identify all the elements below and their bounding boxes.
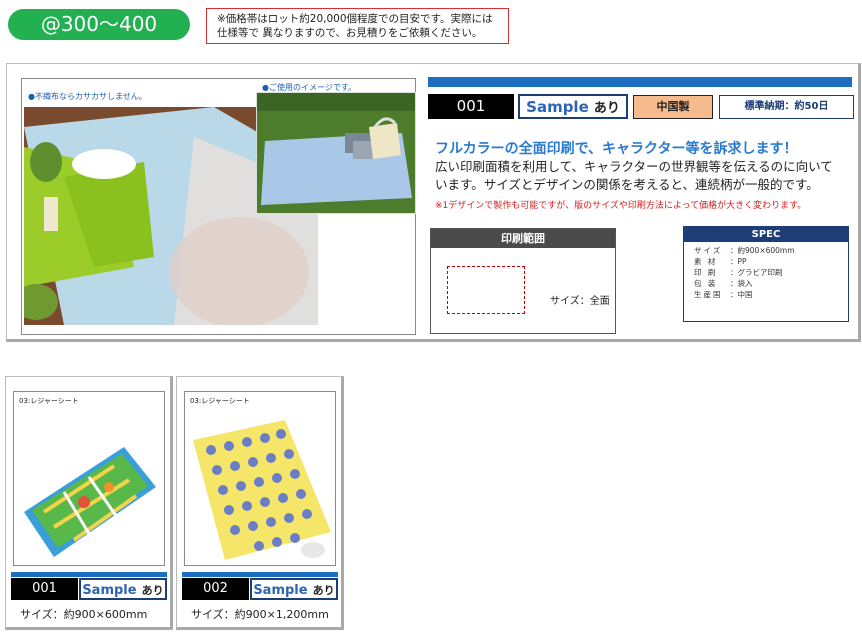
spec-title: SPEC <box>684 227 848 242</box>
variant-code: 002 <box>182 578 249 600</box>
variant-accent-bar <box>11 572 167 577</box>
spec-row: 素 材： PP <box>694 257 747 266</box>
variant-sample-badge: Sample あり <box>79 578 167 600</box>
lead-time-badge: 標準納期：約50日 <box>719 95 854 119</box>
spec-row: サイズ：約900×600mm <box>694 246 795 255</box>
price-range-badge: @300～400 <box>8 9 190 40</box>
map-sheet-image <box>24 447 156 557</box>
usage-photo <box>256 92 416 214</box>
variant-card-001[interactable]: 03:レジャーシート 001 Sample あり サイズ：約900×600mm <box>5 376 173 630</box>
variant-image-frame[interactable]: 03:レジャーシート <box>13 391 165 566</box>
print-size-label: サイズ：全面 <box>550 296 610 307</box>
sample-available-badge: Sample あり <box>518 94 628 119</box>
spec-row: 印 刷：グラビア印刷 <box>694 268 783 277</box>
spec-box: SPEC サイズ：約900×600mm 素 材： PP 印 刷：グラビア印刷 包 … <box>683 226 849 322</box>
pattern-sheet-image <box>193 420 331 560</box>
variant-image-frame[interactable]: 03:レジャーシート <box>184 391 336 566</box>
product-description: 広い印刷面積を利用して、キャラクターの世界観等を伝えるのに向いています。サイズと… <box>435 159 833 192</box>
variant-label: 03:レジャーシート <box>19 397 79 405</box>
product-code: 001 <box>428 94 514 119</box>
price-notice: ※価格帯はロット約20,000個程度での目安です。実際には 仕様等で 異なります… <box>206 8 509 44</box>
product-headline: フルカラーの全面印刷で、キャラクター等を訴求します！ <box>435 141 798 157</box>
product-panel: ●不織布ならカサカサしません。 ●ご使用のイメージです。 001 Sample … <box>6 63 861 342</box>
print-range-box: 印刷範囲 サイズ：全面 <box>430 228 616 334</box>
photo-caption-nonwoven: ●不織布ならカサカサしません。 <box>28 92 147 101</box>
variant-code: 001 <box>11 578 78 600</box>
header-accent-bar <box>428 77 852 87</box>
product-photo-frame: ●不織布ならカサカサしません。 ●ご使用のイメージです。 <box>21 78 416 335</box>
variant-size: サイズ：約900×600mm <box>20 608 148 621</box>
sample-suffix: あり <box>593 101 620 116</box>
sample-word: Sample <box>526 98 589 116</box>
price-warning-note: ※1デザインで製作も可能ですが、版のサイズや印刷方法によって価格が大きく変わりま… <box>435 201 807 211</box>
print-range-title: 印刷範囲 <box>431 229 615 248</box>
spec-row: 包 装：袋入 <box>694 279 753 288</box>
picnic-scene-image <box>257 93 415 213</box>
variant-sample-badge: Sample あり <box>250 578 338 600</box>
spec-row: 生産国：中国 <box>694 290 753 299</box>
variant-label: 03:レジャーシート <box>190 397 250 405</box>
variant-accent-bar <box>182 572 338 577</box>
variant-card-002[interactable]: 03:レジャーシート 002 Sample あり サイズ：約900×1,200m… <box>176 376 344 630</box>
origin-badge: 中国製 <box>633 95 713 119</box>
print-area-diagram <box>447 266 525 314</box>
variant-size: サイズ：約900×1,200mm <box>191 608 329 621</box>
